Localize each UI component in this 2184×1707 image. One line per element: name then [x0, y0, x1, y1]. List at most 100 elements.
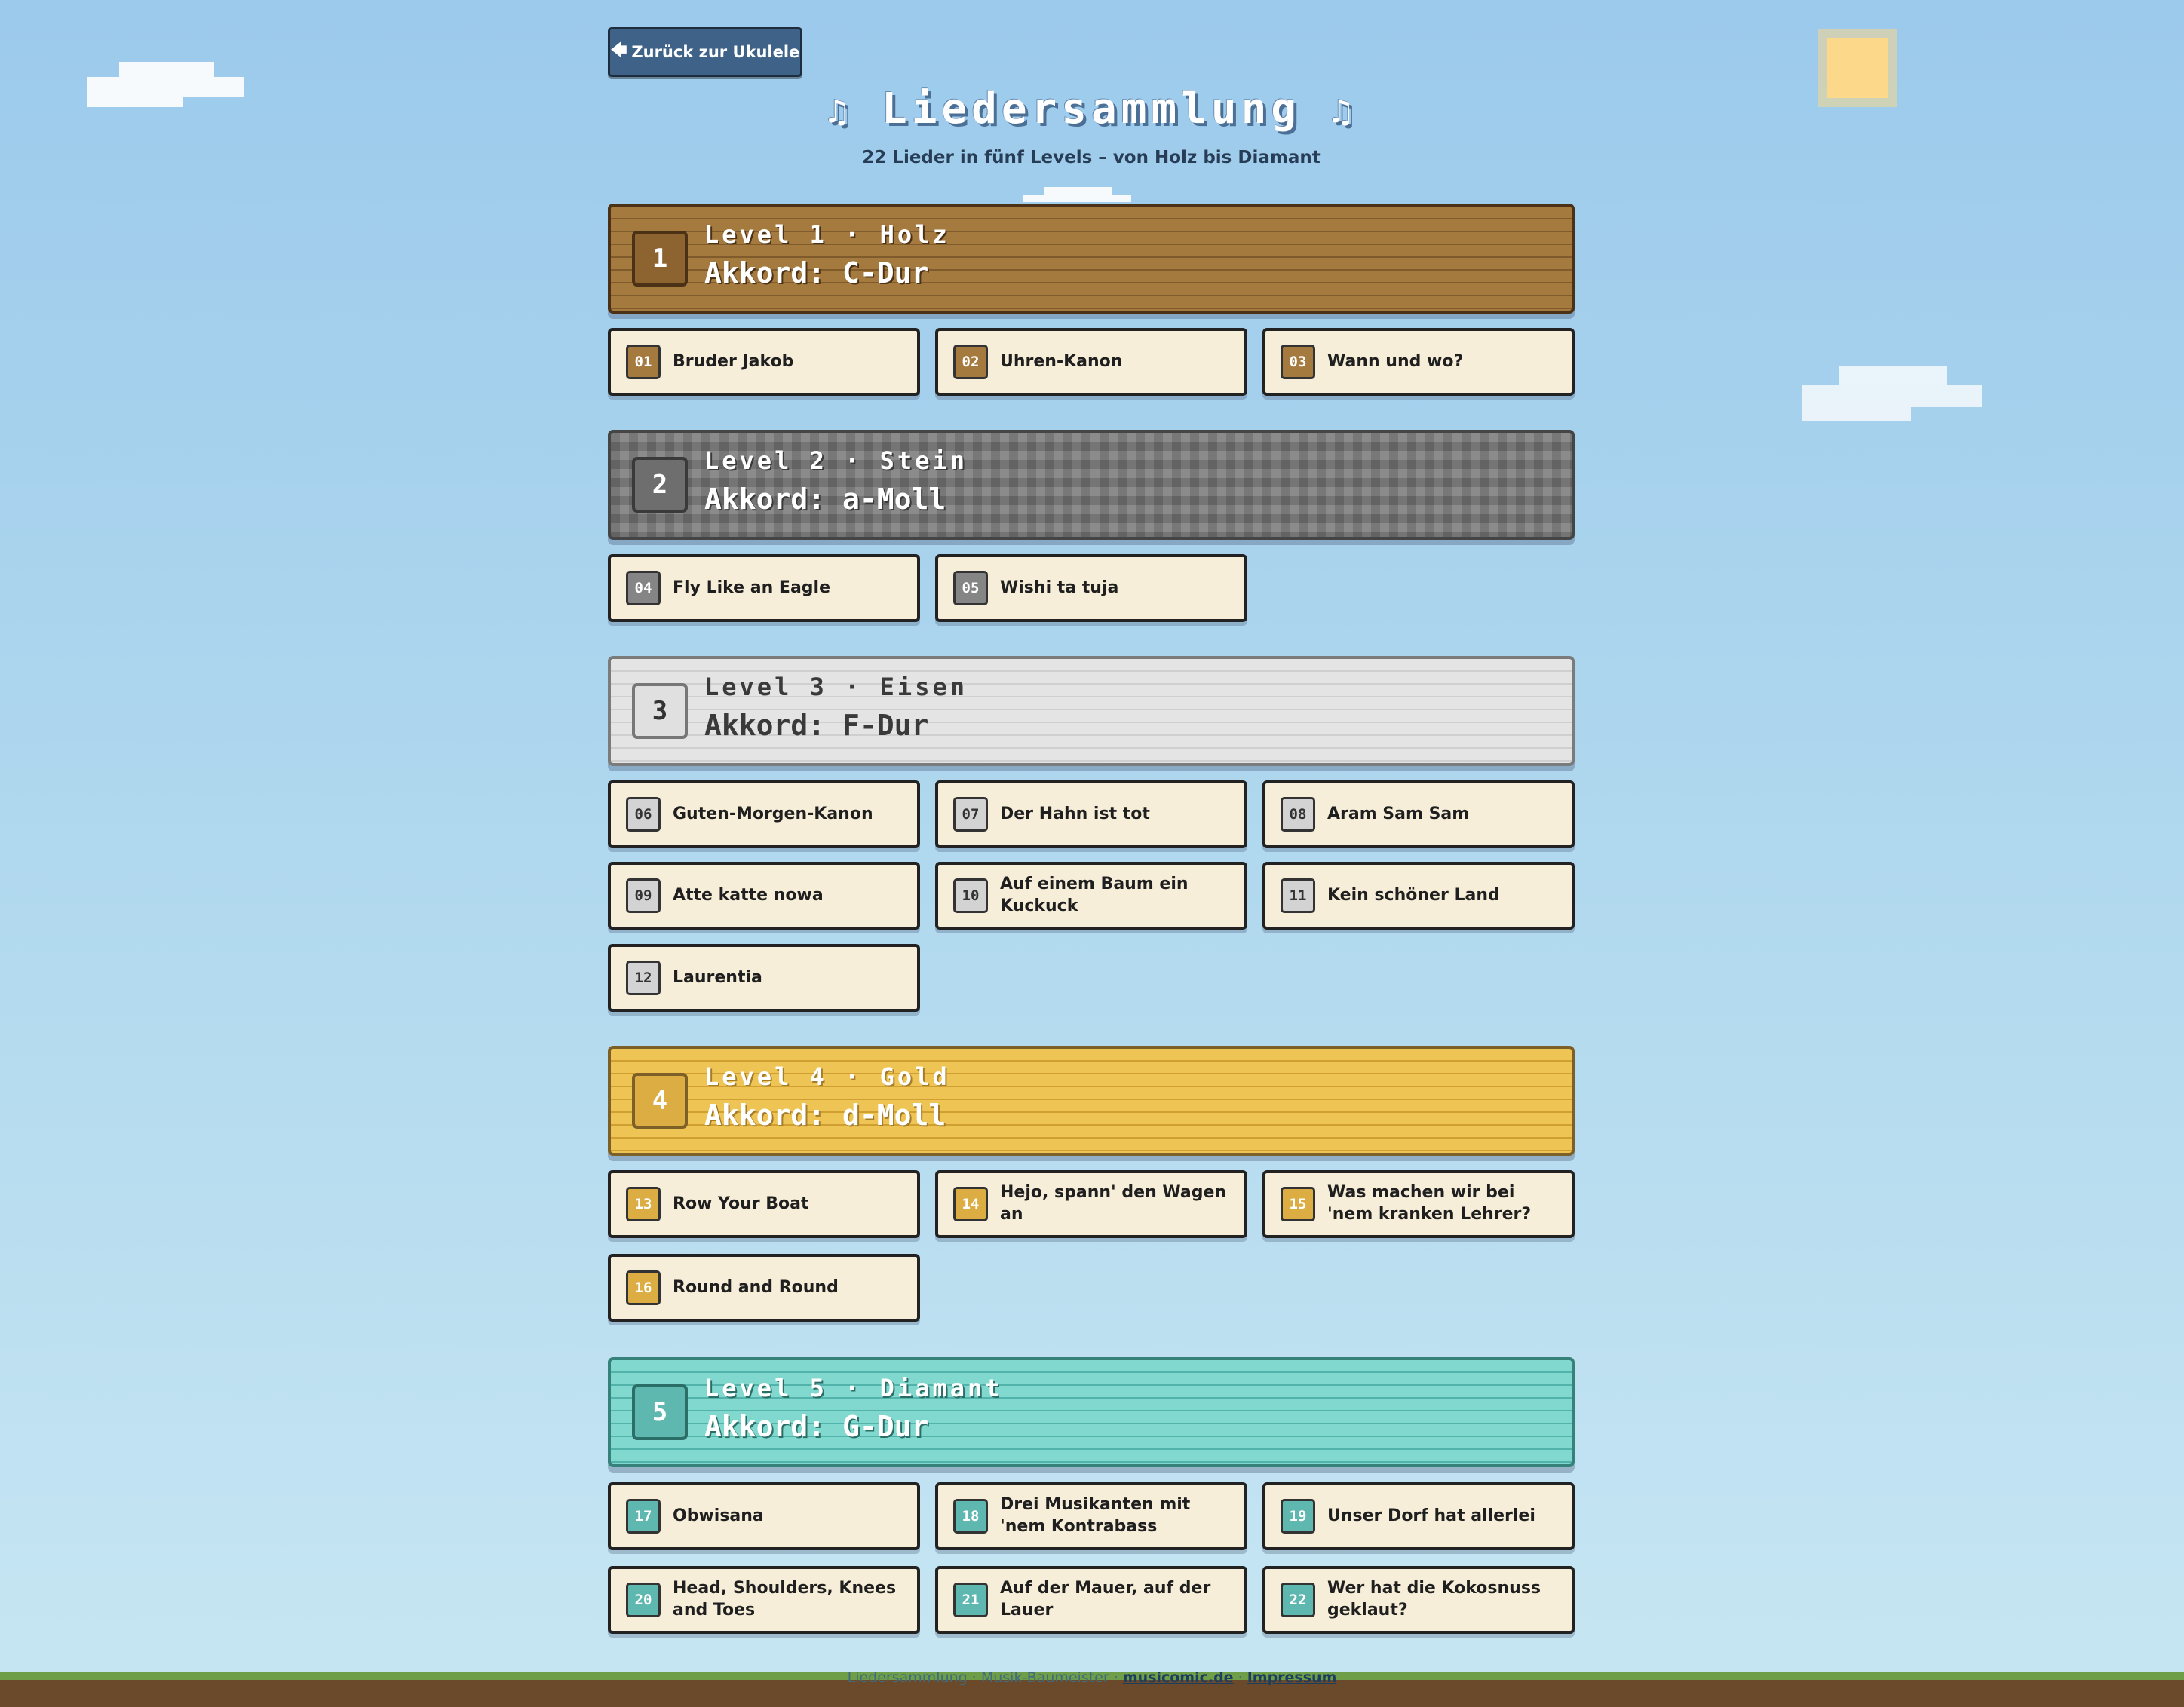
page-title-text: Liedersammlung	[881, 84, 1301, 133]
song-title: Wann und wo?	[1327, 351, 1464, 371]
song-card[interactable]: 09 Atte katte nowa	[608, 862, 920, 930]
song-number: 21	[953, 1583, 988, 1617]
song-card[interactable]: 17 Obwisana	[608, 1482, 920, 1550]
song-title: Laurentia	[673, 967, 762, 987]
music-note-icon: ♫	[827, 93, 852, 131]
song-number: 15	[1281, 1187, 1315, 1221]
level-number-badge: 2	[632, 457, 688, 513]
song-title: Aram Sam Sam	[1327, 804, 1470, 823]
song-card[interactable]: 19 Unser Dorf hat allerlei	[1262, 1482, 1575, 1550]
level-chord: Akkord: a-Moll	[704, 483, 946, 516]
level-banner-2: 2 Level 2 · Stein Akkord: a-Moll	[608, 430, 1575, 540]
song-title: Wer hat die Kokosnuss geklaut?	[1327, 1579, 1541, 1620]
song-number: 04	[626, 571, 661, 605]
song-card[interactable]: 03 Wann und wo?	[1262, 328, 1575, 396]
song-number: 11	[1281, 878, 1315, 913]
song-card[interactable]: 08 Aram Sam Sam	[1262, 780, 1575, 848]
page-subtitle: 22 Lieder in fünf Levels – von Holz bis …	[862, 148, 1321, 167]
song-title: Head, Shoulders, Knees and Toes	[673, 1579, 897, 1620]
song-card[interactable]: 15 Was machen wir bei 'nem kranken Lehre…	[1262, 1170, 1575, 1238]
song-title: Auf einem Baum ein Kuckuck	[1000, 875, 1189, 915]
arrow-left-icon: 🡄	[610, 40, 627, 59]
song-card[interactable]: 01 Bruder Jakob	[608, 328, 920, 396]
song-card[interactable]: 11 Kein schöner Land	[1262, 862, 1575, 930]
song-title: Wishi ta tuja	[1000, 578, 1119, 597]
song-title: Unser Dorf hat allerlei	[1327, 1506, 1535, 1525]
song-title: Kein schöner Land	[1327, 885, 1500, 905]
song-number: 06	[626, 797, 661, 832]
song-card[interactable]: 14 Hejo, spann' den Wagen an	[935, 1170, 1247, 1238]
level-number-badge: 1	[632, 231, 688, 287]
level-name: Level 3 · Eisen	[704, 673, 968, 701]
song-number: 18	[953, 1499, 988, 1534]
song-number: 05	[953, 571, 988, 605]
song-card[interactable]: 21 Auf der Mauer, auf der Lauer	[935, 1566, 1247, 1634]
song-card[interactable]: 12 Laurentia	[608, 944, 920, 1012]
cloud-small	[1023, 187, 1131, 202]
song-card[interactable]: 04 Fly Like an Eagle	[608, 554, 920, 622]
song-card[interactable]: 06 Guten-Morgen-Kanon	[608, 780, 920, 848]
footer-separator: ·	[1238, 1669, 1243, 1686]
song-card[interactable]: 05 Wishi ta tuja	[935, 554, 1247, 622]
song-title: Round and Round	[673, 1277, 839, 1297]
level-name: Level 4 · Gold	[704, 1062, 950, 1091]
footer-text: Liedersammlung · Musik-Baumeister ·	[847, 1669, 1118, 1686]
song-card[interactable]: 18 Drei Musikanten mit 'nem Kontrabass	[935, 1482, 1247, 1550]
song-title: Was machen wir bei 'nem kranken Lehrer?	[1327, 1183, 1532, 1224]
song-title: Drei Musikanten mit 'nem Kontrabass	[1000, 1495, 1191, 1536]
song-title: Guten-Morgen-Kanon	[673, 804, 873, 823]
song-number: 20	[626, 1583, 661, 1617]
song-number: 17	[626, 1499, 661, 1534]
song-number: 01	[626, 345, 661, 379]
back-to-ukulele-button[interactable]: 🡄 Zurück zur Ukulele	[608, 27, 802, 77]
sun-icon	[1827, 38, 1888, 98]
song-title: Auf der Mauer, auf der Lauer	[1000, 1579, 1211, 1620]
song-card[interactable]: 22 Wer hat die Kokosnuss geklaut?	[1262, 1566, 1575, 1634]
song-number: 02	[953, 345, 988, 379]
song-title: Obwisana	[673, 1506, 764, 1525]
level-name: Level 1 · Holz	[704, 220, 950, 249]
song-number: 14	[953, 1187, 988, 1221]
level-name: Level 5 · Diamant	[704, 1374, 1003, 1402]
song-title: Atte katte nowa	[673, 885, 824, 905]
level-banner-5: 5 Level 5 · Diamant Akkord: G-Dur	[608, 1357, 1575, 1467]
song-number: 07	[953, 797, 988, 832]
song-card[interactable]: 20 Head, Shoulders, Knees and Toes	[608, 1566, 920, 1634]
song-title: Row Your Boat	[673, 1194, 809, 1213]
level-banner-3: 3 Level 3 · Eisen Akkord: F-Dur	[608, 656, 1575, 766]
level-banner-1: 1 Level 1 · Holz Akkord: C-Dur	[608, 204, 1575, 314]
song-number: 03	[1281, 345, 1315, 379]
footer-link-impressum[interactable]: Impressum	[1247, 1669, 1337, 1686]
music-note-icon: ♫	[1330, 93, 1356, 131]
song-title: Uhren-Kanon	[1000, 351, 1123, 371]
song-number: 19	[1281, 1499, 1315, 1534]
level-banner-4: 4 Level 4 · Gold Akkord: d-Moll	[608, 1046, 1575, 1156]
back-button-label: Zurück zur Ukulele	[631, 43, 800, 61]
footer-link-musicomic[interactable]: musicomic.de	[1123, 1669, 1234, 1686]
song-title: Der Hahn ist tot	[1000, 804, 1150, 823]
song-number: 09	[626, 878, 661, 913]
cloud-right	[1802, 366, 1982, 421]
level-name: Level 2 · Stein	[704, 446, 968, 475]
song-card[interactable]: 07 Der Hahn ist tot	[935, 780, 1247, 848]
song-title: Fly Like an Eagle	[673, 578, 830, 597]
song-number: 08	[1281, 797, 1315, 832]
level-number-badge: 4	[632, 1073, 688, 1129]
cloud-left	[87, 62, 244, 107]
song-title: Bruder Jakob	[673, 351, 794, 371]
song-number: 12	[626, 961, 661, 995]
song-title: Hejo, spann' den Wagen an	[1000, 1183, 1227, 1224]
song-card[interactable]: 16 Round and Round	[608, 1254, 920, 1322]
song-card[interactable]: 02 Uhren-Kanon	[935, 328, 1247, 396]
song-number: 13	[626, 1187, 661, 1221]
song-number: 22	[1281, 1583, 1315, 1617]
level-number-badge: 5	[632, 1384, 688, 1440]
song-card[interactable]: 10 Auf einem Baum ein Kuckuck	[935, 862, 1247, 930]
level-chord: Akkord: G-Dur	[704, 1410, 929, 1443]
level-chord: Akkord: C-Dur	[704, 256, 929, 290]
song-number: 10	[953, 878, 988, 913]
footer: Liedersammlung · Musik-Baumeister · musi…	[0, 1669, 2184, 1686]
level-number-badge: 3	[632, 683, 688, 739]
page-title: ♫ Liedersammlung ♫	[608, 84, 1575, 133]
song-card[interactable]: 13 Row Your Boat	[608, 1170, 920, 1238]
